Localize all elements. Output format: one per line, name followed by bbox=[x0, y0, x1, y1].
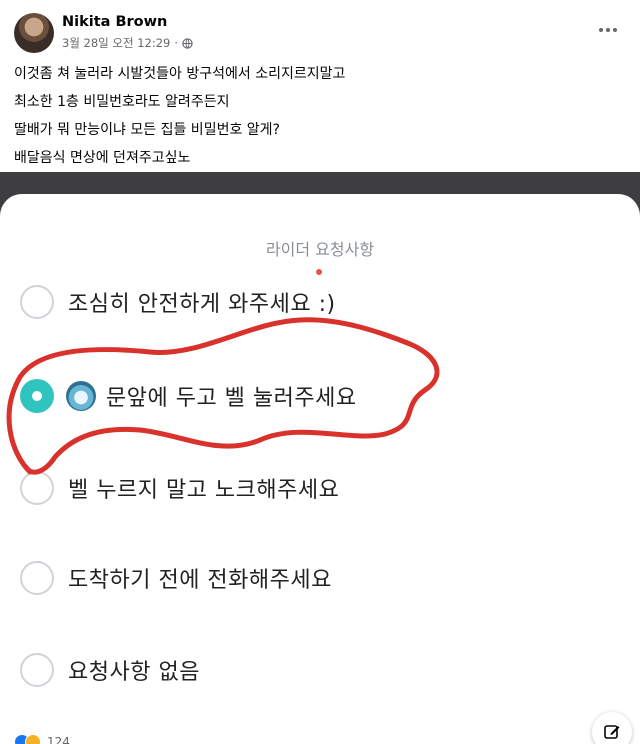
option-label: 요청사항 없음 bbox=[68, 660, 200, 685]
post-footer: 124 bbox=[0, 724, 640, 744]
radio-unchecked bbox=[20, 285, 54, 319]
globe-icon bbox=[182, 37, 193, 49]
edit-button[interactable] bbox=[592, 712, 632, 744]
edit-icon bbox=[604, 725, 620, 739]
option-door-bell: 문앞에 두고 벨 눌러주세요 bbox=[20, 374, 357, 418]
option-label: 도착하기 전에 전화해주세요 bbox=[68, 568, 332, 593]
author-name[interactable]: Nikita Brown bbox=[62, 14, 167, 30]
radio-unchecked bbox=[20, 653, 54, 687]
avatar[interactable] bbox=[14, 13, 54, 53]
more-icon[interactable] bbox=[598, 22, 618, 38]
timestamp[interactable]: 3월 28일 오전 12:29 bbox=[62, 35, 170, 51]
caption-line: 최소한 1층 비밀번호라도 알려주든지 bbox=[14, 94, 230, 110]
radio-unchecked bbox=[20, 561, 54, 595]
reaction-count: 124 bbox=[47, 735, 70, 744]
meta-separator: · bbox=[174, 36, 179, 50]
caption-line: 배달음식 면상에 던져주고싶노 bbox=[14, 150, 191, 166]
post-caption: 이것좀 쳐 눌러라 시발것들아 방구석에서 소리지르지말고 최소한 1층 비밀번… bbox=[14, 60, 624, 172]
option-label: 벨 누르지 말고 노크해주세요 bbox=[68, 478, 340, 503]
caption-line: 이것좀 쳐 눌러라 시발것들아 방구석에서 소리지르지말고 bbox=[14, 66, 346, 82]
option-label: 조심히 안전하게 와주세요 :) bbox=[68, 292, 336, 317]
care-icon bbox=[25, 734, 41, 744]
option-none: 요청사항 없음 bbox=[20, 648, 200, 692]
radio-checked bbox=[20, 379, 54, 413]
reactions-summary[interactable]: 124 bbox=[14, 734, 70, 744]
sheet-title: 라이더 요청사항 bbox=[265, 240, 375, 259]
post-image[interactable]: 라이더 요청사항 조심히 안전하게 와주세요 :) 문앞에 두고 벨 눌러주세요… bbox=[0, 172, 640, 724]
robot-avatar-icon bbox=[66, 381, 96, 411]
indicator-dot bbox=[316, 269, 322, 275]
option-knock: 벨 누르지 말고 노크해주세요 bbox=[20, 466, 339, 510]
request-sheet: 라이더 요청사항 조심히 안전하게 와주세요 :) 문앞에 두고 벨 눌러주세요… bbox=[0, 194, 640, 724]
caption-line: 딸배가 뭐 만능이냐 모든 집들 비밀번호 알게? bbox=[14, 122, 280, 138]
option-careful: 조심히 안전하게 와주세요 :) bbox=[20, 280, 336, 324]
option-label: 문앞에 두고 벨 눌러주세요 bbox=[106, 386, 357, 411]
radio-unchecked bbox=[20, 471, 54, 505]
option-call: 도착하기 전에 전화해주세요 bbox=[20, 556, 332, 600]
post-meta: 3월 28일 오전 12:29 · bbox=[62, 35, 193, 51]
post-card: Nikita Brown 3월 28일 오전 12:29 · 이것좀 쳐 눌러라… bbox=[0, 0, 640, 744]
